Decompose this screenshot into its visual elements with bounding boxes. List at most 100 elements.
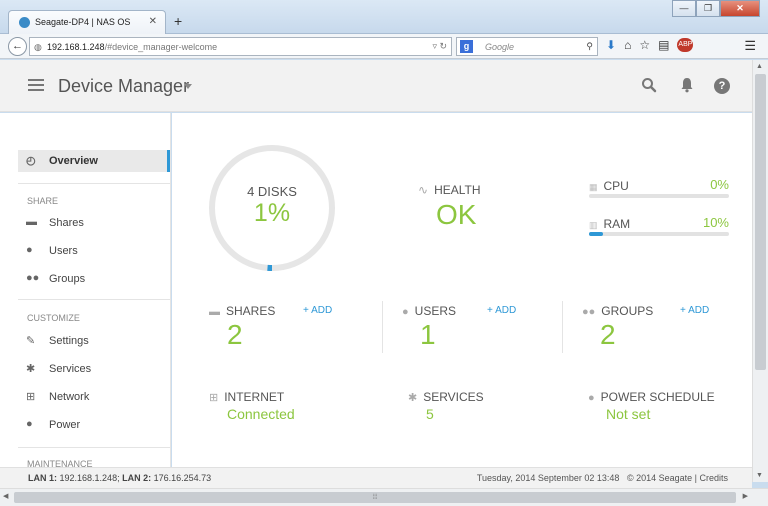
sidebar-item-settings[interactable]: ✎ Settings [18, 330, 170, 352]
page-title[interactable]: Device Manager [58, 76, 189, 97]
sidebar-item-services[interactable]: ✱ Services [18, 358, 170, 380]
ram-value: 10% [702, 215, 729, 230]
sidebar-item-groups[interactable]: ●● Groups [18, 268, 170, 290]
search-bar[interactable]: g Google ⚲ [456, 37, 598, 56]
browser-menu-icon[interactable]: ☰ [744, 38, 756, 54]
groups-count[interactable]: 2 [600, 319, 616, 351]
services-count[interactable]: 5 [426, 406, 434, 422]
search-icon[interactable]: ⚲ [586, 41, 593, 52]
power-schedule-label-text: POWER SCHEDULE [600, 390, 715, 404]
section-label: CUSTOMIZE [27, 313, 80, 323]
groups-label-text: GROUPS [601, 304, 654, 318]
tab-close-icon[interactable]: ✕ [149, 16, 157, 27]
power-schedule-value[interactable]: Not set [606, 406, 650, 422]
user-icon: ● [402, 306, 409, 318]
internet-label: ⊞ INTERNET [209, 390, 284, 404]
home-icon[interactable]: ⌂ [624, 38, 631, 52]
bookmark-star-icon[interactable]: ☆ [639, 38, 650, 52]
network-icon: ⊞ [209, 392, 219, 404]
vertical-scrollbar[interactable]: ▲ ▼ [752, 60, 768, 482]
close-window-button[interactable]: ✕ [720, 0, 760, 17]
internet-label-text: INTERNET [224, 390, 285, 404]
sidebar-item-overview[interactable]: ◴ Overview [18, 150, 170, 172]
sidebar-item-power[interactable]: ● Power [18, 414, 170, 436]
gear-icon: ✱ [26, 363, 36, 375]
url-host: 192.168.1.248 [47, 42, 105, 52]
chevron-down-icon[interactable] [184, 84, 192, 89]
back-button[interactable]: ← [8, 37, 27, 56]
scroll-thumb[interactable] [755, 74, 766, 370]
ram-label: RAM [603, 217, 631, 231]
users-count[interactable]: 1 [420, 319, 436, 351]
sidebar: ◴ Overview SHARE ▬ Shares ● Users ●● Gro… [0, 113, 171, 467]
url-bar[interactable]: ◍ 192.168.1.248/#device_manager-welcome … [29, 37, 452, 56]
disks-usage-value: 1% [253, 199, 291, 227]
dashboard-icon: ◴ [26, 155, 36, 167]
ram-meter: ▥ RAM 10% [589, 215, 729, 236]
add-group-button[interactable]: + ADD [680, 305, 709, 316]
add-user-button[interactable]: + ADD [487, 305, 516, 316]
shares-label-text: SHARES [226, 304, 276, 318]
menu-icon[interactable] [28, 79, 44, 91]
services-label-text: SERVICES [423, 390, 484, 404]
scroll-left-icon[interactable]: ◀ [3, 492, 8, 500]
cpu-icon: ▦ [589, 182, 598, 192]
divider [18, 299, 170, 300]
scroll-right-icon[interactable]: ▶ [743, 492, 748, 500]
horizontal-scrollbar[interactable]: ◀ ⦙⦙⦙ ▶ [0, 488, 768, 506]
scroll-down-icon[interactable]: ▼ [756, 472, 763, 479]
cpu-track [589, 194, 729, 198]
group-icon: ●● [26, 272, 40, 284]
section-label: MAINTENANCE [27, 459, 93, 467]
sidebar-item-label: Users [49, 245, 78, 257]
disks-label: 4 DISKS [247, 184, 297, 199]
scroll-up-icon[interactable]: ▲ [756, 63, 763, 70]
new-tab-button[interactable]: + [174, 13, 182, 29]
bookmarks-list-icon[interactable]: ▤ [658, 38, 669, 52]
browser-tab[interactable]: Seagate-DP4 | NAS OS ✕ [8, 10, 166, 34]
footer-right: Tuesday, 2014 September 02 13:48 © 2014 … [477, 473, 728, 483]
folder-icon: ▬ [209, 306, 220, 318]
datetime: Tuesday, 2014 September 02 13:48 [476, 473, 620, 483]
health-label-text: HEALTH [434, 183, 481, 197]
sidebar-item-shares[interactable]: ▬ Shares [18, 212, 170, 234]
network-icon: ⊞ [26, 391, 36, 403]
ram-track [589, 232, 729, 236]
search-placeholder: Google [485, 42, 515, 52]
scroll-thumb[interactable]: ⦙⦙⦙ [14, 492, 736, 503]
folder-icon: ▬ [26, 216, 37, 228]
sidebar-item-users[interactable]: ● Users [18, 240, 170, 262]
sidebar-item-label: Network [49, 391, 90, 403]
tab-title: Seagate-DP4 | NAS OS [35, 17, 131, 27]
url-actions[interactable]: ▿ ↻ [432, 41, 447, 52]
gear-icon: ✱ [408, 392, 418, 404]
lan2-label: LAN 2: [122, 473, 152, 483]
sidebar-item-label: Settings [49, 335, 89, 347]
wrench-icon: ✎ [26, 335, 36, 347]
health-value: OK [436, 199, 477, 230]
download-icon[interactable]: ⬇ [606, 38, 616, 52]
add-share-button[interactable]: + ADD [303, 305, 332, 316]
power-schedule-label: ● POWER SCHEDULE [588, 390, 715, 404]
copyright[interactable]: © 2014 Seagate | Credits [627, 473, 728, 483]
ram-icon: ▥ [589, 220, 598, 230]
groups-label: ●● GROUPS [582, 304, 653, 318]
lightbulb-icon: ● [588, 392, 595, 404]
lightbulb-icon: ● [26, 418, 33, 430]
window-controls: — ❐ ✕ [672, 0, 760, 17]
services-label: ✱ SERVICES [408, 390, 484, 404]
group-icon: ●● [582, 306, 596, 318]
divider [382, 301, 383, 353]
divider [18, 183, 170, 184]
health-label: ∿ HEALTH [418, 183, 481, 197]
minimize-button[interactable]: — [672, 0, 696, 17]
sidebar-item-network[interactable]: ⊞ Network [18, 386, 170, 408]
shares-count[interactable]: 2 [227, 319, 243, 351]
search-icon[interactable] [641, 77, 657, 93]
maximize-button[interactable]: ❐ [696, 0, 720, 17]
help-icon[interactable]: ? [714, 78, 730, 94]
cpu-label: CPU [603, 179, 629, 193]
divider [18, 447, 170, 448]
adblock-icon[interactable]: ABP [677, 38, 694, 52]
bell-icon[interactable] [679, 77, 695, 93]
